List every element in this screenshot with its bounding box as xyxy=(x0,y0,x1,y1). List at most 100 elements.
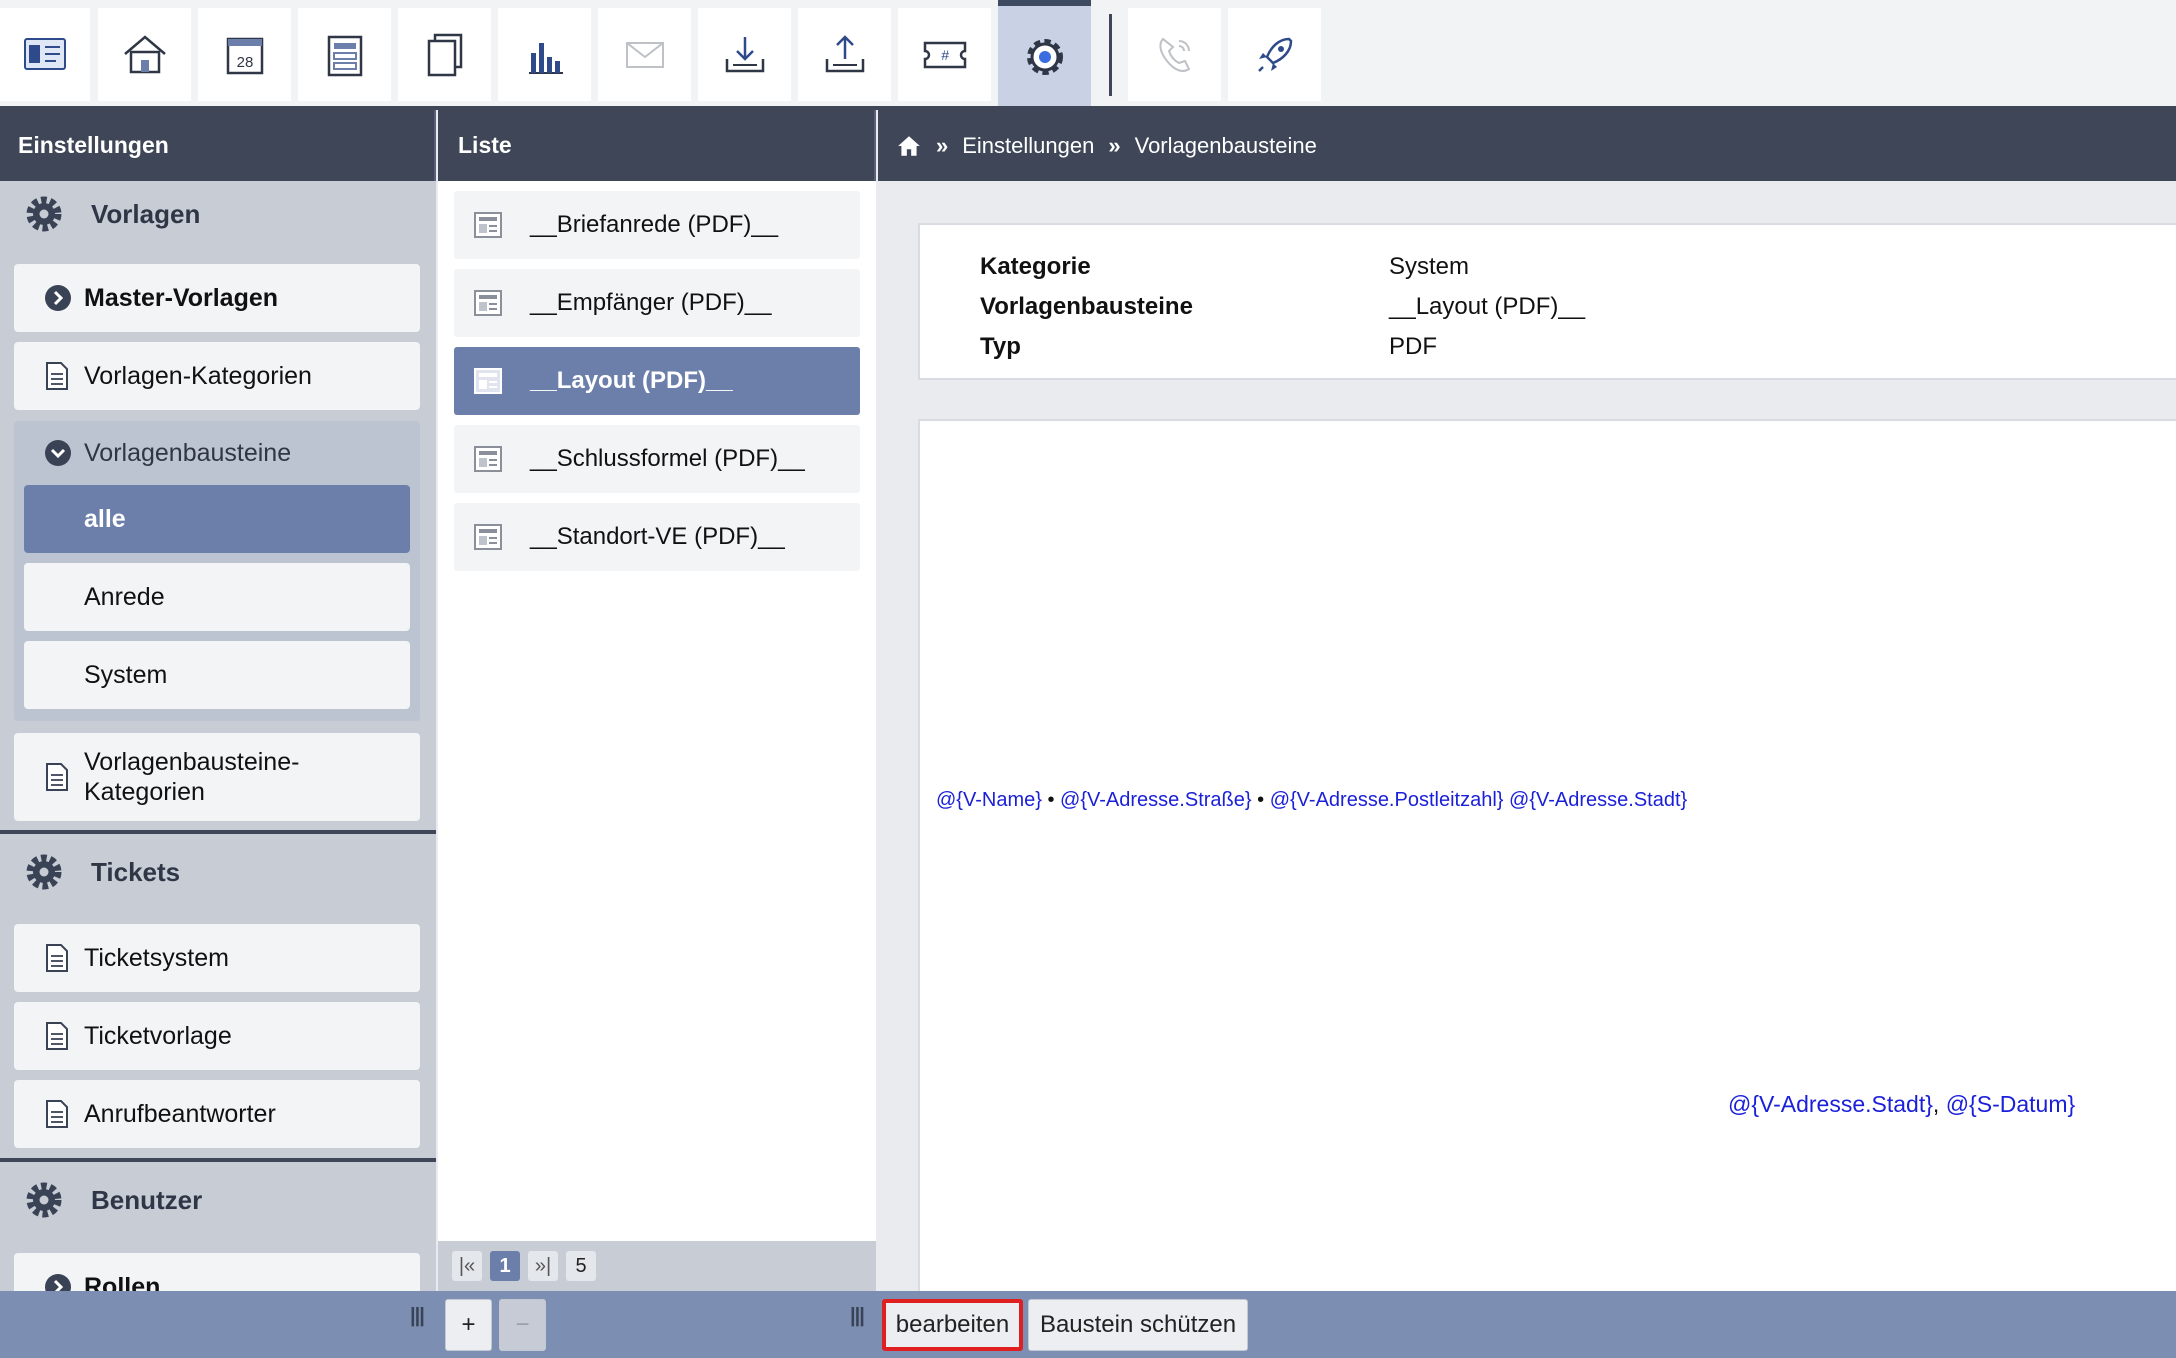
section-benutzer[interactable]: Benutzer xyxy=(0,1169,436,1231)
forms-icon xyxy=(327,35,362,76)
add-button[interactable]: + xyxy=(445,1299,492,1351)
section-tickets[interactable]: Tickets xyxy=(0,841,436,903)
rocket-button[interactable] xyxy=(1228,8,1321,101)
list-item-empfaenger[interactable]: __Empfänger (PDF)__ xyxy=(454,269,860,337)
breadcrumb-einstellungen[interactable]: Einstellungen xyxy=(962,133,1094,159)
upload-icon xyxy=(825,34,864,72)
breadcrumb-separator: » xyxy=(1108,132,1121,158)
section-benutzer-title: Benutzer xyxy=(91,1184,203,1215)
chevron-right-icon xyxy=(45,1274,71,1291)
forms-button[interactable] xyxy=(298,8,391,101)
list-item-schlussformel[interactable]: __Schlussformel (PDF)__ xyxy=(454,425,860,493)
info-value-kategorie: System xyxy=(1389,253,1470,280)
list-resize-handle[interactable]: ||| xyxy=(850,1305,865,1328)
sidebar-item-label: Rollen xyxy=(84,1272,161,1292)
sidebar-subitem-system[interactable]: System xyxy=(24,641,410,709)
remove-button[interactable]: − xyxy=(499,1299,546,1351)
template-icon xyxy=(474,368,502,394)
template-preview: @{V-Name} • @{V-Adresse.Straße} • @{V-Ad… xyxy=(918,419,2176,1291)
document-icon xyxy=(46,1022,68,1050)
section-tickets-title: Tickets xyxy=(91,856,181,887)
chevron-down-icon xyxy=(45,440,71,466)
section-vorlagen[interactable]: Vorlagen xyxy=(0,183,436,245)
sidebar-item-vorlagenbausteine-kategorien[interactable]: Vorlagenbausteine- Kategorien xyxy=(14,733,420,821)
home-icon[interactable] xyxy=(896,133,922,159)
settings-header-title: Einstellungen xyxy=(18,132,169,158)
toolbar-separator xyxy=(1109,14,1112,96)
sidebar-item-ticketvorlage[interactable]: Ticketvorlage xyxy=(14,1002,420,1070)
statistics-button[interactable] xyxy=(498,8,591,101)
sidebar-item-rollen[interactable]: Rollen xyxy=(14,1253,420,1291)
ticket-button[interactable]: # xyxy=(898,8,991,101)
calendar-button[interactable]: 28 xyxy=(198,8,291,101)
document-icon xyxy=(46,1100,68,1128)
placeholder-v-adresse-stadt: @{V-Adresse.Stadt} xyxy=(1509,789,1688,811)
placeholder-s-datum: @{S-Datum} xyxy=(1945,1091,2076,1117)
sidebar-subitem-label: alle xyxy=(84,504,126,533)
bullet-separator: • xyxy=(1251,789,1270,811)
pager-total-count: 5 xyxy=(566,1251,596,1281)
pager-last-button[interactable]: »| xyxy=(528,1251,558,1281)
breadcrumb-vorlagenbausteine[interactable]: Vorlagenbausteine xyxy=(1135,133,1317,159)
section-divider xyxy=(0,1158,436,1162)
sidebar-subitem-label: System xyxy=(84,660,168,689)
sidebar-item-anrufbeantworter[interactable]: Anrufbeantworter xyxy=(14,1080,420,1148)
sidebar-item-label: Vorlagenbausteine xyxy=(84,438,292,467)
list-column-header: Liste xyxy=(438,110,876,181)
main-toolbar: 28 # xyxy=(0,0,2176,110)
upload-button[interactable] xyxy=(798,8,891,101)
edit-button[interactable]: bearbeiten xyxy=(882,1299,1023,1351)
info-card: Kategorie System Vorlagenbausteine __Lay… xyxy=(918,223,2176,380)
document-icon xyxy=(46,944,68,972)
home-icon xyxy=(123,34,166,73)
section-vorlagen-title: Vorlagen xyxy=(91,198,201,229)
pager-current-page[interactable]: 1 xyxy=(490,1251,520,1281)
comma-separator: , xyxy=(1932,1091,1946,1117)
settings-sidebar: Vorlagen Master-Vorlagen Vorlagen-Katego… xyxy=(0,181,436,1291)
protect-block-button[interactable]: Baustein schützen xyxy=(1028,1299,1248,1351)
template-icon xyxy=(474,446,502,472)
placeholder-v-name: @{V-Name} xyxy=(936,789,1042,811)
svg-text:28: 28 xyxy=(236,54,253,71)
list-item-briefanrede[interactable]: __Briefanrede (PDF)__ xyxy=(454,191,860,259)
template-icon xyxy=(474,290,502,316)
list-item-layout[interactable]: __Layout (PDF)__ xyxy=(454,347,860,415)
download-icon xyxy=(725,36,764,72)
download-button[interactable] xyxy=(698,8,791,101)
sidebar-item-master-vorlagen[interactable]: Master-Vorlagen xyxy=(14,264,420,332)
documents-button[interactable] xyxy=(398,8,491,101)
sidebar-item-vorlagen-kategorien[interactable]: Vorlagen-Kategorien xyxy=(14,342,420,410)
sidebar-item-label: Vorlagen-Kategorien xyxy=(84,361,312,390)
sidebar-subitem-anrede[interactable]: Anrede xyxy=(24,563,410,631)
template-icon xyxy=(474,212,502,238)
settings-icon xyxy=(1026,38,1063,75)
sidebar-item-vorlagenbausteine[interactable]: Vorlagenbausteine xyxy=(14,421,420,485)
list-item-label: __Schlussformel (PDF)__ xyxy=(530,445,805,472)
sidebar-subitem-alle[interactable]: alle xyxy=(24,485,410,553)
contacts-icon xyxy=(24,37,66,70)
list-header-title: Liste xyxy=(458,132,512,158)
sidebar-item-ticketsystem[interactable]: Ticketsystem xyxy=(14,924,420,992)
sidebar-subitem-label: Anrede xyxy=(84,582,165,611)
info-key-vorlagenbausteine: Vorlagenbausteine xyxy=(980,293,1193,320)
placeholder-v-adresse-strasse: @{V-Adresse.Straße} xyxy=(1060,789,1252,811)
sidebar-item-label: Ticketvorlage xyxy=(84,1021,232,1050)
mail-button[interactable] xyxy=(598,8,691,101)
sidebar-item-label: Anrufbeantworter xyxy=(84,1099,276,1128)
placeholder-v-adresse-plz: @{V-Adresse.Postleitzahl} xyxy=(1269,789,1504,811)
document-icon xyxy=(46,763,68,791)
phone-icon xyxy=(1158,37,1190,72)
bottom-action-bar: ||| + − ||| bearbeiten Baustein schützen xyxy=(0,1291,2176,1358)
documents-icon xyxy=(427,33,462,76)
contacts-button[interactable] xyxy=(0,8,90,101)
settings-button[interactable] xyxy=(998,0,1091,107)
home-button[interactable] xyxy=(98,8,191,101)
list-item-standort-ve[interactable]: __Standort-VE (PDF)__ xyxy=(454,503,860,571)
chevron-right-icon xyxy=(45,285,71,311)
sidebar-item-label-multiline: Vorlagenbausteine- Kategorien xyxy=(84,747,299,807)
sidebar-resize-handle[interactable]: ||| xyxy=(410,1305,425,1328)
gear-icon xyxy=(26,1182,62,1218)
calendar-icon: 28 xyxy=(226,37,263,74)
phone-button[interactable] xyxy=(1128,8,1221,101)
pager-first-button[interactable]: |« xyxy=(452,1251,482,1281)
